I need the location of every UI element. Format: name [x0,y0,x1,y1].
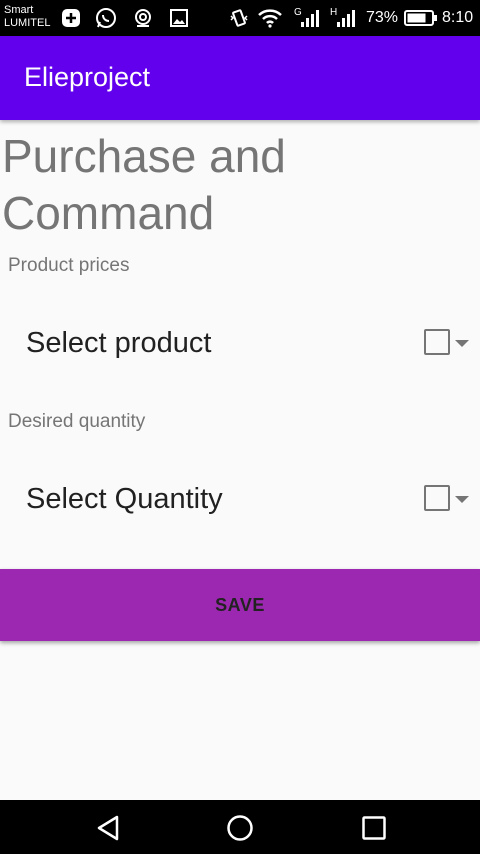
location-icon [132,8,154,28]
checkbox-icon [424,329,450,355]
recents-icon[interactable] [358,812,390,844]
dropdown-arrow-icon [455,496,469,503]
image-icon [168,8,190,28]
whatsapp-icon [94,8,118,28]
product-prices-label: Product prices [8,255,130,276]
product-spinner[interactable]: Select product [0,309,480,379]
product-spinner-text: Select product [26,327,212,359]
dropdown-arrow-icon [455,340,469,347]
save-button[interactable]: SAVE [0,569,480,641]
vibrate-icon [228,8,250,28]
signal-icon [334,8,358,28]
quantity-spinner[interactable]: Select Quantity [0,465,480,535]
navigation-bar [0,800,480,854]
back-icon[interactable] [92,812,124,844]
status-bar: Smart LUMITEL G H 73% 8:10 [0,0,480,36]
page-title: Purchase and Command [2,130,286,239]
add-box-icon [60,8,82,28]
app-bar: Elieproject [0,36,480,120]
home-icon[interactable] [224,812,256,844]
app-title: Elieproject [24,62,151,92]
signal-icon [298,8,322,28]
checkbox-icon [424,485,450,511]
battery-percent: 73% [366,9,399,26]
carrier-label: Smart LUMITEL [4,4,50,30]
quantity-spinner-text: Select Quantity [26,483,223,515]
desired-quantity-label: Desired quantity [8,411,146,432]
carrier-line1: Smart [4,4,34,16]
battery-icon [404,8,438,28]
carrier-line2: LUMITEL [4,17,51,29]
wifi-icon [256,8,284,28]
clock: 8:10 [442,9,474,26]
